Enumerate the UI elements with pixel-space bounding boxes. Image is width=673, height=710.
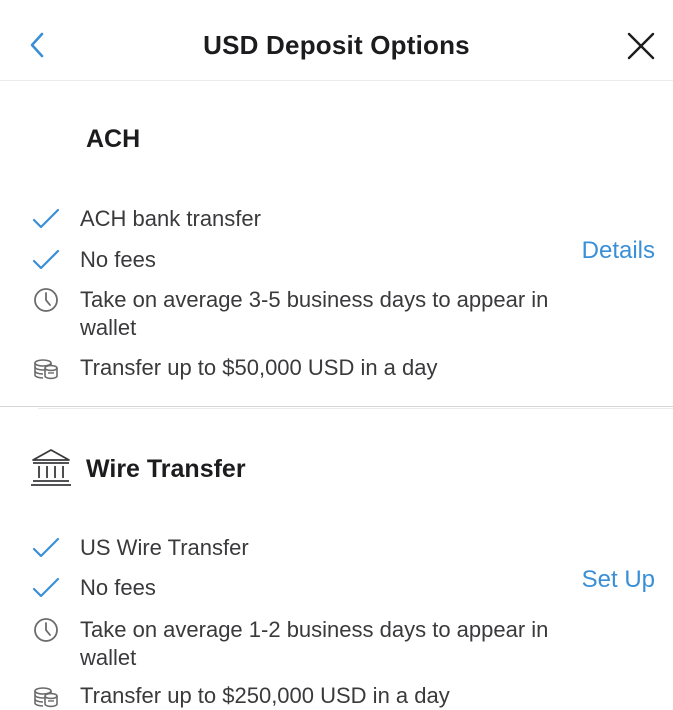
feature-text: ACH bank transfer xyxy=(80,206,261,231)
details-link[interactable]: Details xyxy=(582,237,655,265)
feature-item: ACH bank transfer xyxy=(0,205,600,233)
bank-icon xyxy=(31,449,71,486)
feature-text: Take on average 1-2 business days to app… xyxy=(80,617,549,670)
check-icon xyxy=(32,577,60,598)
section-title: ACH xyxy=(86,125,141,153)
feature-text: Transfer up to $250,000 USD in a day xyxy=(80,683,450,708)
page-title: USD Deposit Options xyxy=(203,30,470,60)
clock-icon xyxy=(34,288,58,312)
wire-transfer-section[interactable]: Wire Transfer US Wire Transfer No fees T… xyxy=(0,408,673,709)
coins-icon xyxy=(34,687,58,708)
check-icon xyxy=(32,208,60,229)
check-icon xyxy=(32,537,60,558)
section-divider xyxy=(0,406,673,407)
close-button[interactable] xyxy=(623,28,659,64)
close-icon xyxy=(627,32,655,60)
feature-text: US Wire Transfer xyxy=(80,535,249,560)
section-title: Wire Transfer xyxy=(86,455,246,483)
feature-item: Take on average 1-2 business days to app… xyxy=(0,616,600,672)
ach-section[interactable]: ACH ACH bank transfer No fees Take on av… xyxy=(0,80,673,407)
clock-icon xyxy=(34,618,58,642)
feature-item: Transfer up to $250,000 USD in a day xyxy=(0,682,600,710)
coins-icon xyxy=(34,359,58,380)
check-icon xyxy=(32,249,60,270)
feature-text: Transfer up to $50,000 USD in a day xyxy=(80,355,438,380)
feature-item: No fees xyxy=(0,574,600,602)
feature-item: US Wire Transfer xyxy=(0,534,600,562)
feature-text: No fees xyxy=(80,575,156,600)
feature-text: Take on average 3-5 business days to app… xyxy=(80,287,549,340)
feature-item: Transfer up to $50,000 USD in a day xyxy=(0,354,600,382)
header: USD Deposit Options xyxy=(0,0,673,81)
set-up-link[interactable]: Set Up xyxy=(582,566,655,594)
feature-item: Take on average 3-5 business days to app… xyxy=(0,286,600,342)
feature-text: No fees xyxy=(80,247,156,272)
feature-item: No fees xyxy=(0,246,600,274)
